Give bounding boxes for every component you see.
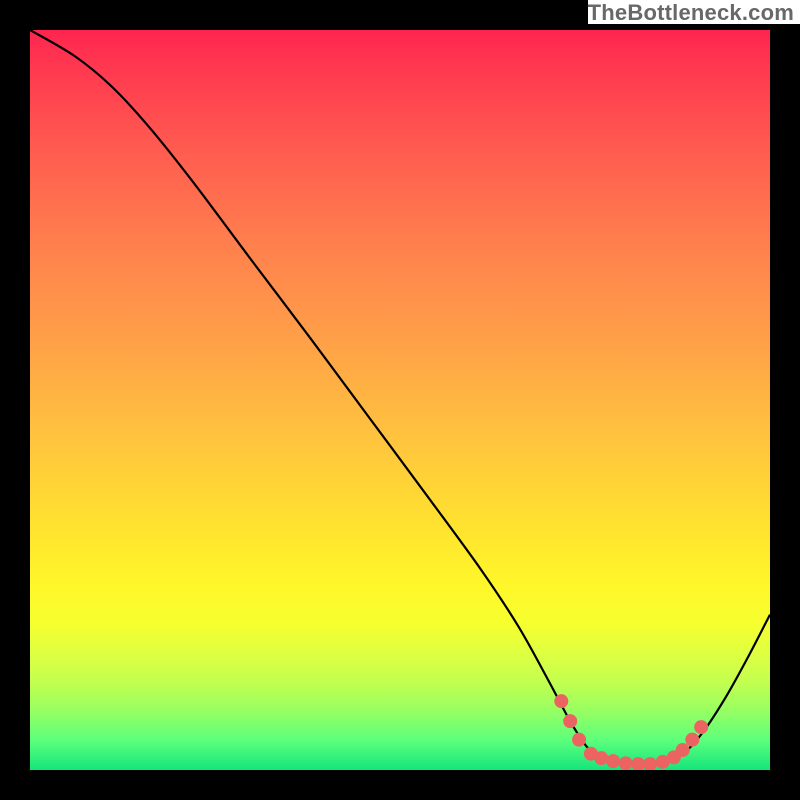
highlight-dot: [676, 743, 690, 757]
highlight-dot: [619, 756, 633, 770]
highlight-dot: [554, 694, 568, 708]
highlight-dot: [606, 754, 620, 768]
highlight-dot: [685, 733, 699, 747]
watermark: TheBottleneck.com: [588, 0, 800, 24]
highlight-dot: [643, 757, 657, 770]
plot-area: [30, 30, 770, 770]
highlight-dot: [563, 714, 577, 728]
bottleneck-curve: [30, 30, 770, 766]
curve-layer: [30, 30, 770, 770]
chart-stage: TheBottleneck.com: [0, 0, 800, 800]
highlight-dot: [572, 733, 586, 747]
highlight-dot: [694, 720, 708, 734]
highlight-dot: [594, 751, 608, 765]
